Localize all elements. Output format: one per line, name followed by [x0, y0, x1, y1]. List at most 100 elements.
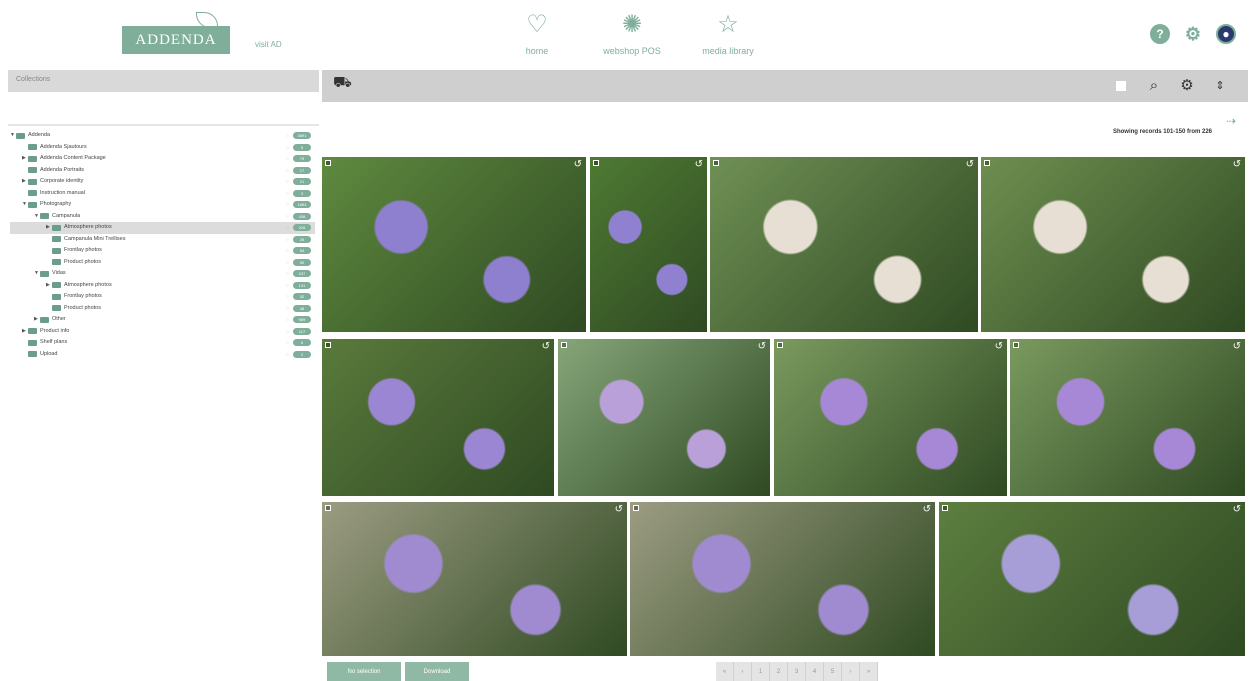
- pagination: «‹ 1 2 3 4 5 ›»: [716, 662, 878, 681]
- tree-node-label: Addenda Portraits: [40, 166, 85, 173]
- tree-node-label: Addenda Sjautours: [40, 143, 87, 150]
- media-thumbnail[interactable]: ↺: [774, 339, 1007, 496]
- tree-node[interactable]: ▶ Product info ◌ 117: [10, 326, 315, 338]
- settings-icon[interactable]: ⚙: [1183, 24, 1203, 44]
- media-thumbnail[interactable]: ↺: [981, 157, 1245, 332]
- collections-search[interactable]: Collections: [8, 70, 319, 92]
- rotate-icon[interactable]: ↺: [542, 342, 550, 352]
- rotate-icon[interactable]: ↺: [966, 160, 974, 170]
- rotate-icon[interactable]: ↺: [695, 160, 703, 170]
- page-button[interactable]: »: [860, 662, 878, 681]
- folder-icon: [28, 328, 37, 335]
- rotate-icon[interactable]: ↺: [923, 505, 931, 515]
- tree-node-count: 117: [293, 327, 311, 335]
- page-button[interactable]: 2: [770, 662, 788, 681]
- tree-node[interactable]: ▼ Vidas ◌ 247: [10, 268, 315, 280]
- media-thumbnail[interactable]: ↺: [939, 502, 1245, 656]
- rotate-icon[interactable]: ↺: [995, 342, 1003, 352]
- star-icon: ☆: [717, 11, 739, 38]
- select-checkbox[interactable]: [1013, 342, 1019, 348]
- tree-node[interactable]: ▶ Atmosphere photos ◌ 131: [10, 280, 315, 292]
- help-icon[interactable]: ?: [1150, 24, 1170, 44]
- tree-node-label: Frontlay photos: [64, 247, 102, 253]
- nav-webshop[interactable]: ✺ webshop POS: [587, 10, 677, 56]
- tree-node[interactable]: ▼ Photography ◌ 1664: [10, 199, 315, 211]
- sort-icon[interactable]: ⇕: [1211, 77, 1229, 95]
- download-button[interactable]: Download: [405, 662, 469, 681]
- folder-icon: [28, 155, 37, 162]
- folder-icon: [16, 132, 25, 139]
- select-checkbox[interactable]: [777, 342, 783, 348]
- tree-node[interactable]: Product photos ◌ 48: [10, 303, 315, 315]
- tree-node[interactable]: Addenda Portraits ◌ 17: [10, 165, 315, 177]
- search-icon[interactable]: ⌕: [1145, 77, 1163, 95]
- tree-node[interactable]: Upload ◌ 2: [10, 349, 315, 361]
- page-button[interactable]: ›: [842, 662, 860, 681]
- media-thumbnail[interactable]: ↺: [590, 157, 707, 332]
- nav-home[interactable]: ♡ home: [492, 10, 582, 56]
- basket-icon[interactable]: ⛟: [333, 74, 352, 92]
- view-toggle[interactable]: [1116, 81, 1126, 91]
- select-checkbox[interactable]: [561, 342, 567, 348]
- select-checkbox[interactable]: [593, 160, 599, 166]
- media-thumbnail[interactable]: ↺: [630, 502, 935, 656]
- tree-node[interactable]: Addenda Sjautours ◌ 5: [10, 142, 315, 154]
- rotate-icon[interactable]: ↺: [615, 505, 623, 515]
- tree-node[interactable]: Campanula Mini Trellises ◌ 26: [10, 234, 315, 246]
- tree-node-label: Frontlay photos: [64, 293, 102, 299]
- tree-node-count: 6: [293, 339, 311, 346]
- page-button[interactable]: 3: [788, 662, 806, 681]
- tree-node[interactable]: ▼ Addenda ◌ 3891: [10, 130, 315, 142]
- share-icon[interactable]: ⇢: [1226, 114, 1236, 128]
- rotate-icon[interactable]: ↺: [1233, 505, 1241, 515]
- folder-icon: [28, 178, 37, 185]
- tree-node-count: 3891: [293, 132, 311, 139]
- gear-icon[interactable]: ⚙: [1178, 77, 1196, 95]
- media-thumbnail[interactable]: ↺: [322, 502, 627, 656]
- tree-node-count: 26: [293, 235, 311, 243]
- media-thumbnail[interactable]: ↺: [558, 339, 770, 496]
- rotate-icon[interactable]: ↺: [574, 160, 582, 170]
- media-thumbnail[interactable]: ↺: [322, 339, 554, 496]
- tree-node[interactable]: ▶ Atmosphere photos ◌ 226: [10, 222, 315, 234]
- tree-node[interactable]: ▶ Addenda Content Package ◌ 79: [10, 153, 315, 165]
- select-checkbox[interactable]: [942, 505, 948, 511]
- tree-node[interactable]: ▶ Other ◌ 989: [10, 314, 315, 326]
- tree-node[interactable]: Instruction manual ◌ 3: [10, 188, 315, 200]
- no-selection-button[interactable]: No selection: [327, 662, 401, 681]
- select-checkbox[interactable]: [325, 505, 331, 511]
- visit-link[interactable]: visit AD: [255, 40, 282, 49]
- tree-node[interactable]: Frontlay photos ◌ 64: [10, 245, 315, 257]
- page-button[interactable]: 5: [824, 662, 842, 681]
- media-thumbnail[interactable]: ↺: [1010, 339, 1245, 496]
- select-checkbox[interactable]: [713, 160, 719, 166]
- tree-node[interactable]: Shelf plans ◌ 6: [10, 337, 315, 349]
- page-button[interactable]: «: [716, 662, 734, 681]
- user-avatar-icon[interactable]: ●: [1216, 24, 1236, 44]
- page-button[interactable]: 4: [806, 662, 824, 681]
- page-button[interactable]: ‹: [734, 662, 752, 681]
- page-button[interactable]: 1: [752, 662, 770, 681]
- addenda-logo[interactable]: ADDENDA: [122, 26, 230, 54]
- visibility-icon[interactable]: ◌: [286, 350, 289, 362]
- rotate-icon[interactable]: ↺: [758, 342, 766, 352]
- tree-node[interactable]: ▼ Campanula ◌ 438: [10, 211, 315, 223]
- media-thumbnail[interactable]: ↺: [322, 157, 586, 332]
- nav-media-library[interactable]: ☆ media library: [683, 10, 773, 56]
- select-checkbox[interactable]: [325, 342, 331, 348]
- sidebar-divider: [8, 124, 319, 126]
- tree-node-count: 247: [293, 270, 311, 277]
- tree-node[interactable]: Frontlay photos ◌ 32: [10, 291, 315, 303]
- rotate-icon[interactable]: ↺: [1233, 342, 1241, 352]
- rotate-icon[interactable]: ↺: [1233, 160, 1241, 170]
- media-thumbnail[interactable]: ↺: [710, 157, 978, 332]
- select-checkbox[interactable]: [633, 505, 639, 511]
- select-checkbox[interactable]: [984, 160, 990, 166]
- tree-node-count: 2: [293, 350, 311, 358]
- select-checkbox[interactable]: [325, 160, 331, 166]
- tree-node-label: Other: [52, 316, 66, 322]
- tree-node[interactable]: ▶ Corporate identity ◌ 21: [10, 176, 315, 188]
- tree-node-label: Atmosphere photos: [64, 281, 112, 288]
- tree-node[interactable]: Product photos ◌ 90: [10, 257, 315, 269]
- tree-node-label: Vidas: [52, 270, 66, 276]
